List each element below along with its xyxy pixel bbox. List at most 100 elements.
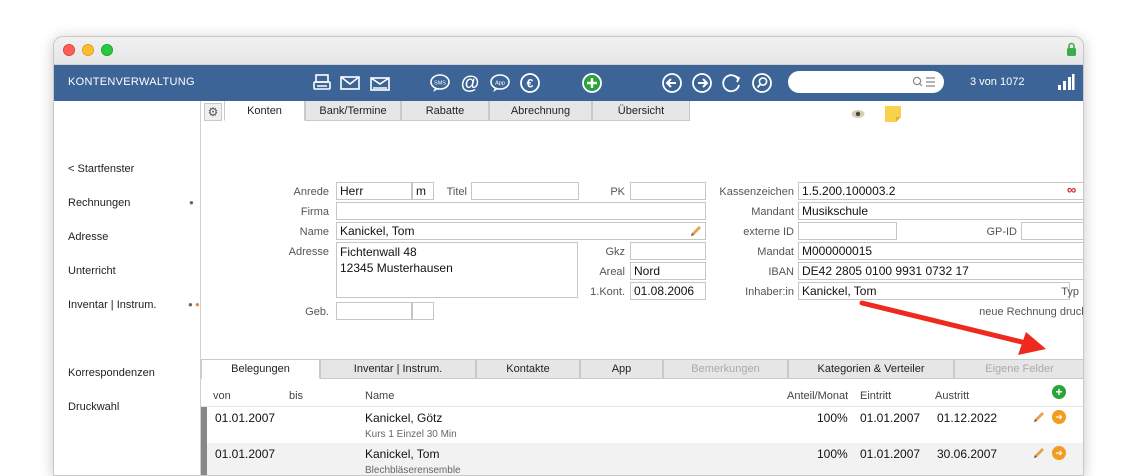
sidebar-item-startfenster[interactable]: < Startfenster [68, 163, 134, 175]
euro-icon[interactable]: € [518, 71, 542, 95]
sidebar-item-unterricht[interactable]: Unterricht [68, 265, 116, 277]
svg-text:App: App [495, 81, 505, 87]
tab-uebersicht[interactable]: Übersicht [592, 101, 690, 121]
tab-bank-termine[interactable]: Bank/Termine [305, 101, 401, 121]
at-icon[interactable]: @ [458, 71, 482, 95]
add-record-icon[interactable] [580, 71, 604, 95]
add-belegung-icon[interactable]: + [1052, 385, 1066, 399]
app-icon[interactable]: App [488, 71, 512, 95]
kont-label: 1.Kont. [590, 286, 625, 298]
sidebar-item-inventar[interactable]: Inventar | Instrum. [68, 299, 156, 311]
inhaber-label: Inhaber:in [745, 286, 794, 298]
app-window: KONTENVERWALTUNG SMS @ App € 3 von 1072 … [53, 36, 1084, 476]
row-austritt: 01.12.2022 [937, 411, 998, 425]
sidebar-item-rechnungen[interactable]: Rechnungen [68, 197, 130, 209]
svg-text:@: @ [461, 73, 480, 94]
table-row[interactable]: 01.01.2007 Kanickel, Götz Kurs 1 Einzel … [201, 406, 1083, 445]
row-go-icon[interactable]: ➜ [1052, 410, 1066, 424]
statistics-icon[interactable] [1057, 73, 1075, 91]
sidebar: < Startfenster Rechnungen ● Adresse Unte… [54, 101, 201, 475]
gp-id-field[interactable] [1021, 222, 1083, 240]
pk-field[interactable] [630, 182, 706, 200]
areal-label: Areal [599, 266, 625, 278]
name-field[interactable]: Kanickel, Tom [336, 222, 706, 240]
record-count: 3 von 1072 [970, 76, 1025, 88]
row-name: Kanickel, Götz [365, 411, 443, 425]
mail-open-icon[interactable] [368, 71, 392, 95]
main-toolbar: KONTENVERWALTUNG SMS @ App € 3 von 1072 [54, 65, 1083, 101]
row-course: Blechbläserensemble [365, 465, 461, 476]
name-label: Name [299, 226, 329, 238]
inhaber-field[interactable]: Kanickel, Tom [798, 282, 1070, 300]
mail-icon[interactable] [338, 71, 362, 95]
tab-kategorien[interactable]: Kategorien & Verteiler [788, 359, 954, 379]
sidebar-item-adresse[interactable]: Adresse [68, 231, 108, 243]
mandat-field[interactable]: M000000015 [798, 242, 1083, 260]
col-header-bis: bis [289, 390, 304, 402]
col-header-von: von [213, 390, 231, 402]
neue-rechnung-label: neue Rechnung drucken [979, 306, 1083, 318]
search-icon[interactable] [750, 71, 774, 95]
sidebar-dot-icon: ● [189, 198, 194, 207]
iban-field[interactable]: DE42 2805 0100 9931 0732 17 [798, 262, 1083, 280]
table-row[interactable]: 01.01.2007 Kanickel, Tom Blechbläserense… [201, 443, 1083, 476]
infinity-icon: ∞ [1067, 182, 1077, 197]
pk-label: PK [610, 186, 625, 198]
col-header-name: Name [365, 390, 395, 402]
svg-text:€: € [527, 77, 534, 91]
gear-icon[interactable]: ⚙ [204, 103, 222, 121]
row-marker [201, 407, 207, 445]
refresh-icon[interactable] [720, 71, 744, 95]
row-austritt: 30.06.2007 [937, 447, 998, 461]
eye-icon[interactable] [851, 109, 865, 119]
row-course: Kurs 1 Einzel 30 Min [365, 429, 457, 440]
tab-rabatte[interactable]: Rabatte [401, 101, 489, 121]
search-options-icon[interactable] [908, 75, 938, 89]
kont-field[interactable]: 01.08.2006 [630, 282, 706, 300]
back-icon[interactable] [660, 71, 684, 95]
areal-field[interactable]: Nord [630, 262, 706, 280]
tab-eigene-felder: Eigene Felder [954, 359, 1083, 379]
sidebar-item-korrespondenzen[interactable]: Korrespondenzen [68, 367, 155, 379]
close-window-button[interactable] [63, 44, 75, 56]
edit-pencil-icon[interactable] [1032, 410, 1046, 424]
sms-icon[interactable]: SMS [428, 71, 452, 95]
minimize-window-button[interactable] [82, 44, 94, 56]
titel-field[interactable] [471, 182, 579, 200]
sidebar-item-druckwahl[interactable]: Druckwahl [68, 401, 119, 413]
firma-label: Firma [300, 206, 329, 218]
row-go-icon[interactable]: ➜ [1052, 446, 1066, 460]
tab-kontakte[interactable]: Kontakte [476, 359, 580, 379]
anrede-field[interactable]: Herr [336, 182, 412, 200]
note-icon[interactable] [884, 105, 902, 123]
externe-id-field[interactable] [798, 222, 897, 240]
tab-app[interactable]: App [580, 359, 663, 379]
adresse-field[interactable]: Fichtenwall 48 12345 Musterhausen [336, 242, 578, 298]
mandant-label: Mandant [751, 206, 794, 218]
row-eintritt: 01.01.2007 [860, 447, 921, 461]
firma-field[interactable] [336, 202, 706, 220]
col-header-anteil: Anteil/Monat [787, 390, 849, 402]
typ-field[interactable]: AB [1083, 282, 1084, 300]
search-field[interactable] [788, 71, 944, 93]
sidebar-orange-dot-icon: ● [195, 300, 200, 309]
titel-label: Titel [446, 186, 467, 198]
gkz-label: Gkz [605, 246, 625, 258]
adresse-label: Adresse [288, 246, 329, 258]
typ-label: Typ [1061, 286, 1079, 298]
tab-abrechnung[interactable]: Abrechnung [489, 101, 592, 121]
gkz-field[interactable] [630, 242, 706, 260]
tab-belegungen[interactable]: Belegungen [201, 359, 320, 379]
title-bar [54, 37, 1083, 65]
zoom-window-button[interactable] [101, 44, 113, 56]
kassenzeichen-field[interactable]: 1.5.200.100003.2 [798, 182, 1083, 200]
forward-icon[interactable] [690, 71, 714, 95]
tab-konten[interactable]: Konten [224, 101, 305, 121]
geb-field[interactable] [336, 302, 412, 320]
search-input[interactable] [798, 71, 898, 93]
printer-icon[interactable] [310, 71, 334, 95]
edit-pencil-icon[interactable] [1032, 446, 1046, 460]
geb-extra-field[interactable] [412, 302, 434, 320]
mandant-field[interactable]: Musikschule [798, 202, 1083, 220]
tab-inventar[interactable]: Inventar | Instrum. [320, 359, 476, 379]
